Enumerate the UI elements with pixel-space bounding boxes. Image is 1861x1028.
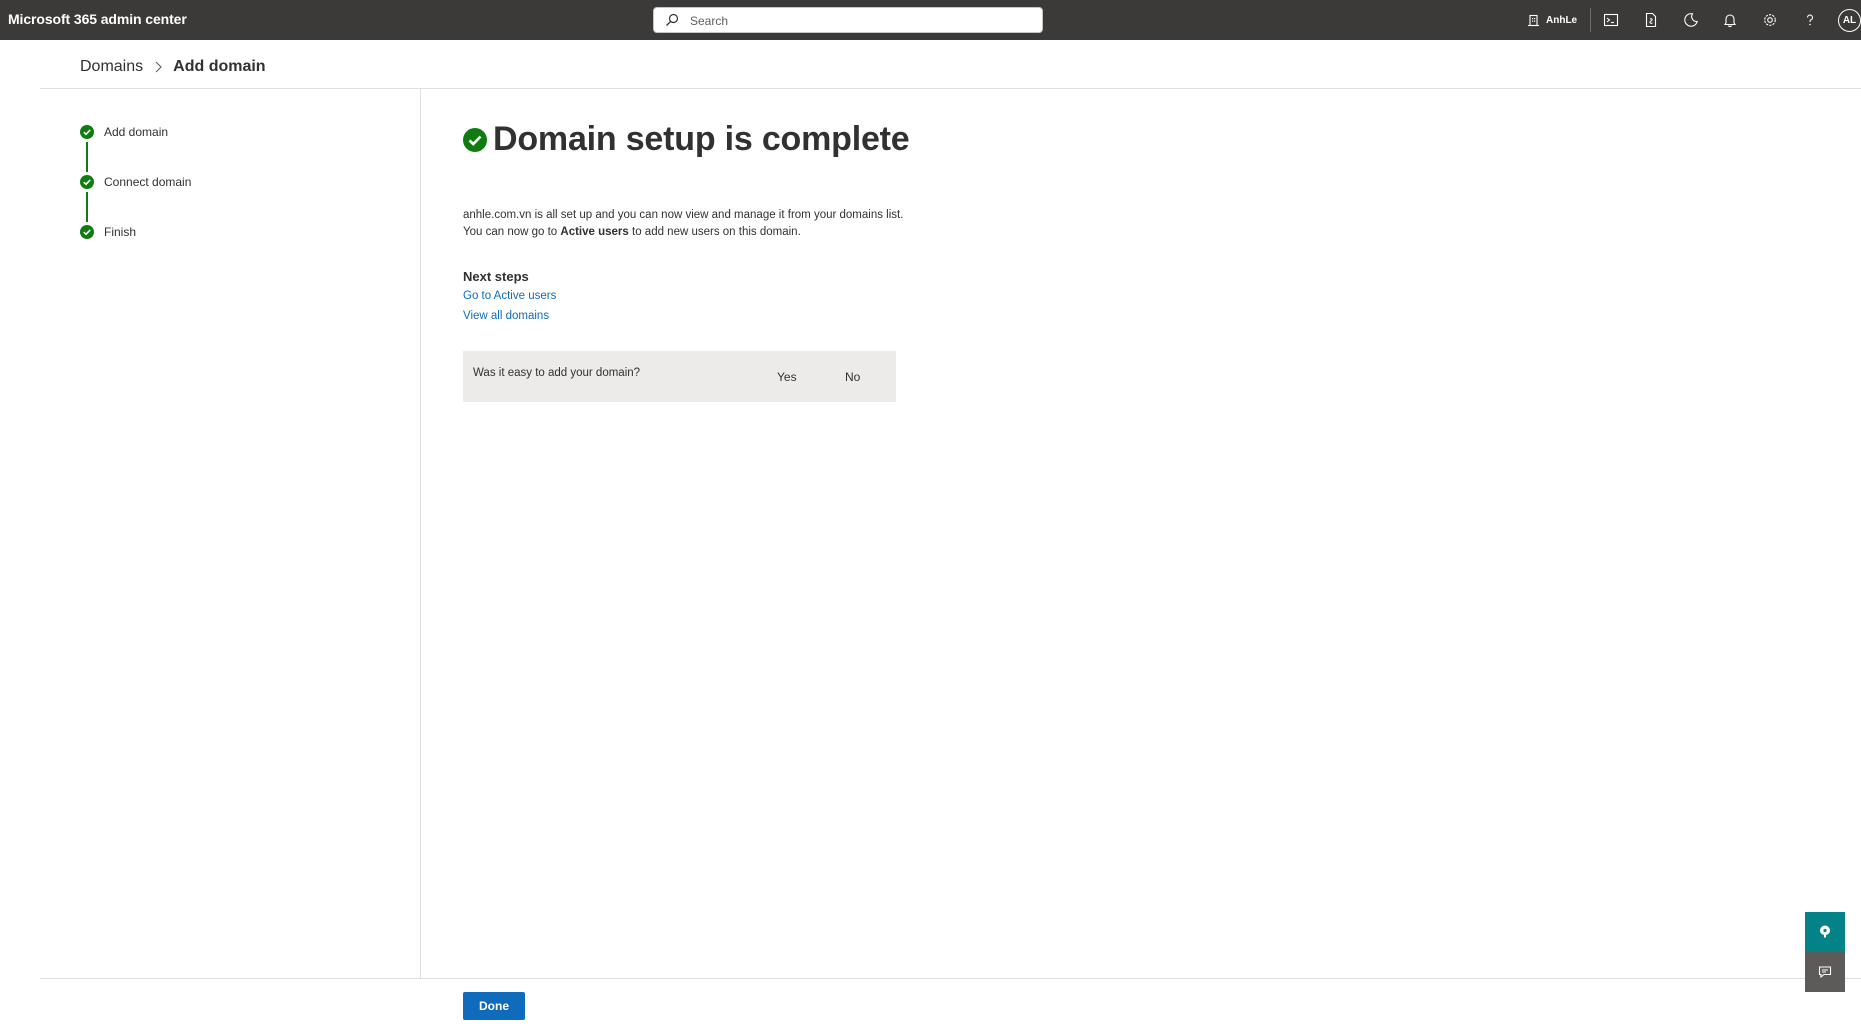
step-finish: Finish <box>80 225 136 239</box>
view-all-domains-link[interactable]: View all domains <box>463 310 549 322</box>
footer-divider <box>40 978 1861 979</box>
dark-mode-icon[interactable] <box>1683 12 1699 28</box>
help-icon[interactable] <box>1802 12 1818 28</box>
support-icon <box>1820 925 1830 938</box>
step-label: Connect domain <box>104 175 192 189</box>
active-users-emphasis: Active users <box>560 226 629 238</box>
feedback-question: Was it easy to add your domain? <box>473 367 641 379</box>
gear-icon[interactable] <box>1762 12 1778 28</box>
feedback-yes-button[interactable]: Yes <box>777 370 797 384</box>
bell-icon[interactable] <box>1722 12 1738 28</box>
done-button[interactable]: Done <box>463 992 525 1020</box>
description-prefix: You can now go to <box>463 226 561 238</box>
step-label: Finish <box>104 225 137 239</box>
breadcrumb: Domains Add domain <box>80 58 266 76</box>
chevron-right-icon <box>155 61 162 73</box>
description-line-1: anhle.com.vn is all set up and you can n… <box>463 209 904 221</box>
description: anhle.com.vn is all set up and you can n… <box>463 207 903 241</box>
step-add-domain: Add domain <box>80 125 168 139</box>
description-line-2: You can now go to Active users to add ne… <box>463 224 903 241</box>
org-name: AnhLe <box>1546 14 1578 26</box>
header-divider <box>40 88 1861 89</box>
check-circle-icon <box>80 125 94 139</box>
terminal-icon[interactable] <box>1603 12 1619 28</box>
help-chat-button[interactable] <box>1805 912 1845 952</box>
feedback-no-button[interactable]: No <box>845 370 860 384</box>
document-icon[interactable] <box>1643 12 1659 28</box>
next-steps-heading: Next steps <box>463 269 529 284</box>
chat-icon <box>1818 966 1832 979</box>
org-icon <box>1528 14 1539 26</box>
stepper-divider <box>420 88 421 978</box>
search-placeholder: Search <box>690 14 729 28</box>
avatar[interactable]: AL <box>1838 9 1861 32</box>
feedback-float-button[interactable] <box>1805 952 1845 992</box>
go-to-active-users-link[interactable]: Go to Active users <box>463 290 556 302</box>
app-title[interactable]: Microsoft 365 admin center <box>8 11 187 27</box>
step-label: Add domain <box>104 125 169 139</box>
description-suffix: to add new users on this domain. <box>628 226 801 238</box>
title-row: Domain setup is complete <box>463 120 910 159</box>
step-connector <box>86 192 88 222</box>
search-box[interactable]: Search <box>653 7 1043 33</box>
check-circle-icon <box>80 175 94 189</box>
search-icon <box>666 13 679 26</box>
step-connect-domain: Connect domain <box>80 175 191 189</box>
breadcrumb-domains[interactable]: Domains <box>80 58 143 76</box>
top-bar: Microsoft 365 admin center Search AnhLe <box>0 0 1861 40</box>
feedback-panel: Was it easy to add your domain? Yes No <box>463 351 896 402</box>
step-connector <box>86 142 88 172</box>
page-title: Domain setup is complete <box>493 120 910 158</box>
topbar-divider <box>1590 8 1591 32</box>
check-circle-icon <box>80 225 94 239</box>
breadcrumb-current: Add domain <box>173 58 266 75</box>
success-check-icon <box>463 127 487 152</box>
org-switcher[interactable]: AnhLe <box>1527 12 1577 28</box>
